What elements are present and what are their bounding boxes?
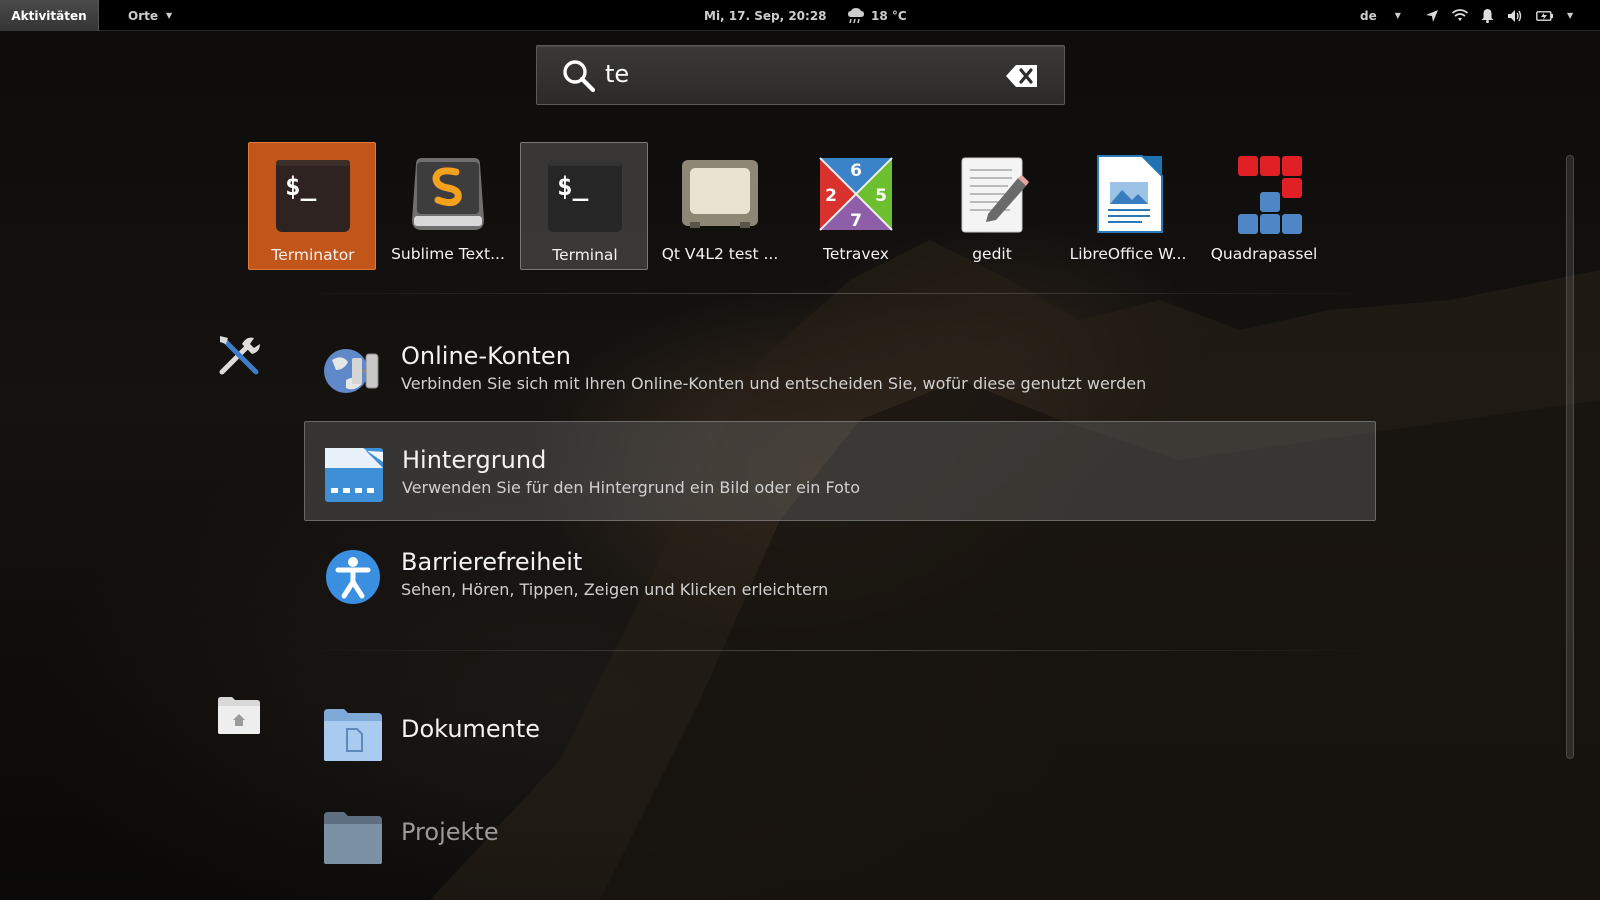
- places-label: Orte: [128, 8, 158, 23]
- settings-result-accessibility[interactable]: Barrierefreiheit Sehen, Hören, Tippen, Z…: [304, 524, 1376, 624]
- tetravex-digit: 2: [825, 186, 837, 206]
- scrollbar[interactable]: [1566, 155, 1574, 759]
- chevron-down-icon: ▼: [1394, 11, 1401, 20]
- clock-label: Mi, 17. Sep, 20:28: [704, 8, 827, 23]
- app-label: Quadrapassel: [1210, 245, 1318, 263]
- tetravex-digit: 6: [850, 161, 862, 181]
- result-title: Projekte: [401, 818, 499, 846]
- libreoffice-writer-icon: [1097, 155, 1163, 233]
- weather-indicator[interactable]: 18 °C: [847, 0, 907, 31]
- result-title: Barrierefreiheit: [401, 548, 583, 576]
- clear-search-icon[interactable]: [1005, 64, 1039, 88]
- battery-icon[interactable]: [1536, 10, 1554, 22]
- keyboard-layout-indicator[interactable]: de ▼: [1360, 0, 1401, 31]
- file-result-projects[interactable]: Projekte: [304, 784, 1376, 884]
- search-input[interactable]: te: [605, 60, 629, 88]
- app-result-qv4l2[interactable]: Qt V4L2 test ...: [656, 142, 784, 270]
- qv4l2-icon: [682, 160, 758, 228]
- result-description: Verwenden Sie für den Hintergrund ein Bi…: [402, 478, 860, 497]
- app-label: Sublime Text...: [391, 245, 505, 263]
- svg-text:$_: $_: [285, 172, 317, 202]
- result-description: Sehen, Hören, Tippen, Zeigen und Klicken…: [401, 580, 829, 599]
- app-result-terminator[interactable]: $_ Terminator: [248, 142, 376, 270]
- settings-result-online-accounts[interactable]: Online-Konten Verbinden Sie sich mit Ihr…: [304, 318, 1376, 418]
- quadrapassel-icon: [1238, 156, 1302, 234]
- folder-documents-icon: [324, 709, 382, 761]
- wifi-icon[interactable]: [1452, 9, 1468, 22]
- terminator-icon: $_: [276, 160, 350, 232]
- clock[interactable]: Mi, 17. Sep, 20:28: [704, 0, 827, 31]
- app-result-tetravex[interactable]: 6 2 5 7 Tetravex: [792, 142, 920, 270]
- volume-icon[interactable]: [1507, 9, 1523, 23]
- app-label: LibreOffice W...: [1069, 245, 1187, 263]
- result-title: Online-Konten: [401, 342, 571, 370]
- result-title: Hintergrund: [402, 446, 547, 474]
- tetravex-digit: 5: [875, 186, 887, 206]
- weather-rain-icon: [848, 7, 864, 23]
- chevron-down-icon[interactable]: ▼: [1567, 11, 1573, 20]
- language-label: de: [1360, 8, 1377, 23]
- result-description: Verbinden Sie sich mit Ihren Online-Kont…: [401, 374, 1147, 393]
- app-result-terminal[interactable]: $_ Terminal: [520, 142, 648, 270]
- app-label: Terminator: [271, 246, 355, 264]
- app-label: Tetravex: [823, 245, 889, 263]
- tetravex-digit: 7: [850, 211, 862, 231]
- settings-provider-icon[interactable]: [216, 334, 262, 380]
- app-label: Terminal: [552, 246, 618, 264]
- places-menu[interactable]: Orte ▼: [128, 0, 172, 31]
- gedit-icon: [961, 157, 1029, 233]
- activities-button[interactable]: Aktivitäten: [0, 0, 99, 31]
- online-accounts-icon: [324, 349, 379, 393]
- section-divider: [290, 293, 1380, 294]
- activities-label: Aktivitäten: [11, 8, 87, 23]
- tetravex-icon: 6 2 5 7: [819, 157, 893, 231]
- top-bar: Aktivitäten Orte ▼ Mi, 17. Sep, 20:28 18…: [0, 0, 1600, 31]
- settings-result-background[interactable]: Hintergrund Verwenden Sie für den Hinter…: [304, 421, 1376, 521]
- weather-label: 18 °C: [871, 8, 907, 23]
- app-result-gedit[interactable]: gedit: [928, 142, 1056, 270]
- file-result-documents[interactable]: Dokumente: [304, 681, 1376, 781]
- system-tray[interactable]: ▼: [1425, 0, 1573, 31]
- app-label: gedit: [972, 245, 1012, 263]
- folder-icon: [324, 812, 382, 864]
- location-icon[interactable]: [1425, 9, 1439, 23]
- app-result-libreoffice-writer[interactable]: LibreOffice W...: [1064, 142, 1192, 270]
- app-label: Qt V4L2 test ...: [661, 245, 779, 263]
- background-icon: [325, 448, 383, 502]
- terminal-icon: $_: [548, 160, 622, 232]
- chevron-down-icon: ▼: [166, 11, 173, 20]
- search-icon: [563, 60, 596, 93]
- search-entry[interactable]: te: [536, 45, 1065, 105]
- sublime-text-icon: [412, 158, 484, 230]
- svg-text:$_: $_: [557, 172, 589, 202]
- result-title: Dokumente: [401, 715, 541, 743]
- files-provider-icon[interactable]: [216, 696, 262, 736]
- notification-bell-icon[interactable]: [1481, 8, 1494, 23]
- app-result-quadrapassel[interactable]: Quadrapassel: [1200, 142, 1328, 270]
- accessibility-icon: [326, 550, 380, 604]
- section-divider: [290, 650, 1380, 651]
- app-result-sublime-text[interactable]: Sublime Text...: [384, 142, 512, 270]
